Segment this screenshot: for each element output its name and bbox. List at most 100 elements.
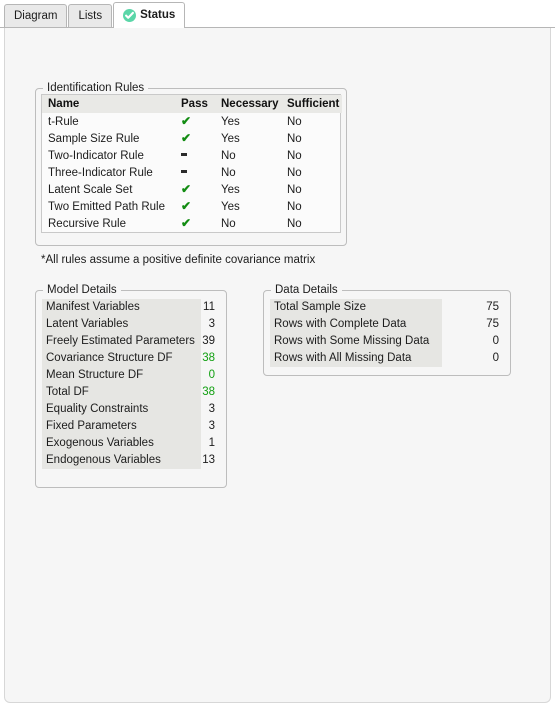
column-header-necessary: Necessary	[215, 95, 281, 113]
table-row[interactable]: Sample Size Rule ✔ Yes No	[42, 130, 342, 147]
table-header-row: Name Pass Necessary Sufficient	[42, 95, 342, 113]
pass-dash-icon	[175, 147, 215, 164]
detail-row: Total DF 38	[42, 384, 220, 401]
detail-row: Rows with All Missing Data 0	[270, 350, 504, 367]
detail-value: 0	[492, 335, 499, 347]
tab-label: Lists	[78, 9, 103, 22]
detail-row: Latent Variables 3	[42, 316, 220, 333]
detail-row: Mean Structure DF 0	[42, 367, 220, 384]
cell-sufficient: No	[287, 132, 302, 145]
cell-rule-name: Two-Indicator Rule	[48, 149, 144, 162]
detail-label: Rows with Complete Data	[270, 316, 442, 333]
detail-label: Latent Variables	[42, 316, 201, 333]
detail-value: 13	[202, 454, 215, 466]
detail-row: Equality Constraints 3	[42, 401, 220, 418]
model-details-title: Model Details	[43, 284, 121, 296]
detail-value: 11	[203, 301, 215, 313]
pass-check-icon: ✔	[181, 114, 192, 128]
rules-footnote: *All rules assume a positive definite co…	[41, 254, 316, 266]
detail-value: 39	[202, 335, 215, 347]
model-details-group: Model Details Manifest Variables 11 Latent…	[35, 284, 227, 488]
cell-necessary: No	[221, 217, 236, 230]
detail-row: Endogenous Variables 13	[42, 452, 220, 469]
pass-check-icon: ✔	[181, 182, 192, 196]
detail-row: Covariance Structure DF 38	[42, 350, 220, 367]
table-body: t-Rule ✔ Yes No Sample Size Rule ✔ Yes No Two-In…	[42, 113, 342, 232]
model-details-list: Manifest Variables 11 Latent Variables 3 Fre…	[42, 299, 220, 469]
tab-underline	[0, 27, 555, 28]
table-row[interactable]: Two Emitted Path Rule ✔ Yes No	[42, 198, 342, 215]
detail-value: 1	[208, 437, 215, 449]
green-check-circle-icon	[123, 9, 137, 22]
tab-lists[interactable]: Lists	[68, 4, 113, 28]
detail-value: 0	[492, 352, 499, 364]
detail-label: Exogenous Variables	[42, 435, 201, 452]
detail-label: Total Sample Size	[270, 299, 442, 316]
identification-rules-title: Identification Rules	[43, 82, 149, 94]
pass-check-icon: ✔	[181, 216, 192, 230]
tab-label: Diagram	[14, 9, 58, 22]
table-row[interactable]: Two-Indicator Rule No No	[42, 147, 342, 164]
detail-row: Manifest Variables 11	[42, 299, 220, 316]
data-details-list: Total Sample Size 75 Rows with Complete Da…	[270, 299, 504, 367]
detail-label: Manifest Variables	[42, 299, 201, 316]
cell-rule-name: Sample Size Rule	[48, 132, 140, 145]
detail-value: 3	[208, 420, 215, 432]
cell-necessary: Yes	[221, 115, 240, 128]
cell-rule-name: t-Rule	[48, 115, 79, 128]
detail-row: Rows with Complete Data 75	[270, 316, 504, 333]
pass-dash-icon	[175, 164, 215, 181]
detail-row: Total Sample Size 75	[270, 299, 504, 316]
detail-value: 3	[208, 318, 215, 330]
detail-label: Total DF	[42, 384, 201, 401]
application-window: Diagram Lists Status Identification Rule…	[0, 0, 555, 707]
detail-row: Fixed Parameters 3	[42, 418, 220, 435]
cell-sufficient: No	[287, 183, 302, 196]
cell-rule-name: Two Emitted Path Rule	[48, 200, 165, 213]
detail-label: Fixed Parameters	[42, 418, 201, 435]
column-header-name: Name	[42, 95, 175, 113]
detail-label: Mean Structure DF	[42, 367, 201, 384]
cell-necessary: Yes	[221, 200, 240, 213]
tab-status[interactable]: Status	[113, 2, 186, 28]
detail-value: 3	[208, 403, 215, 415]
pass-check-icon: ✔	[181, 199, 192, 213]
cell-sufficient: No	[287, 115, 302, 128]
cell-necessary: No	[221, 149, 236, 162]
detail-label: Rows with All Missing Data	[270, 350, 442, 367]
cell-rule-name: Latent Scale Set	[48, 183, 133, 196]
identification-rules-group: Identification Rules Name Pass Necessary…	[35, 82, 347, 246]
table-row[interactable]: t-Rule ✔ Yes No	[42, 113, 342, 130]
detail-row: Exogenous Variables 1	[42, 435, 220, 452]
detail-row: Rows with Some Missing Data 0	[270, 333, 504, 350]
cell-sufficient: No	[287, 200, 302, 213]
detail-value: 38	[202, 386, 215, 398]
cell-necessary: Yes	[221, 132, 240, 145]
cell-rule-name: Recursive Rule	[48, 217, 126, 230]
pass-check-icon: ✔	[181, 131, 192, 145]
data-details-title: Data Details	[271, 284, 342, 296]
column-header-sufficient: Sufficient	[281, 95, 342, 113]
status-panel: Identification Rules Name Pass Necessary…	[4, 28, 551, 703]
detail-label: Covariance Structure DF	[42, 350, 201, 367]
detail-label: Endogenous Variables	[42, 452, 201, 469]
detail-value: 0	[208, 369, 215, 381]
table-row[interactable]: Latent Scale Set ✔ Yes No	[42, 181, 342, 198]
detail-value: 75	[486, 318, 499, 330]
cell-sufficient: No	[287, 217, 302, 230]
cell-necessary: Yes	[221, 183, 240, 196]
detail-value: 38	[202, 352, 215, 364]
cell-sufficient: No	[287, 149, 302, 162]
tab-label: Status	[140, 8, 176, 21]
detail-label: Rows with Some Missing Data	[270, 333, 442, 350]
table-row[interactable]: Three-Indicator Rule No No	[42, 164, 342, 181]
identification-rules-table: Name Pass Necessary Sufficient t-Rule ✔ Ye…	[41, 94, 342, 233]
tab-bar: Diagram Lists Status	[0, 0, 555, 28]
table-row[interactable]: Recursive Rule ✔ No No	[42, 215, 342, 232]
detail-value: 75	[486, 301, 499, 313]
column-header-pass: Pass	[175, 95, 215, 113]
detail-row: Freely Estimated Parameters 39	[42, 333, 220, 350]
cell-sufficient: No	[287, 166, 302, 179]
tab-diagram[interactable]: Diagram	[4, 4, 68, 28]
detail-label: Freely Estimated Parameters	[42, 333, 201, 350]
